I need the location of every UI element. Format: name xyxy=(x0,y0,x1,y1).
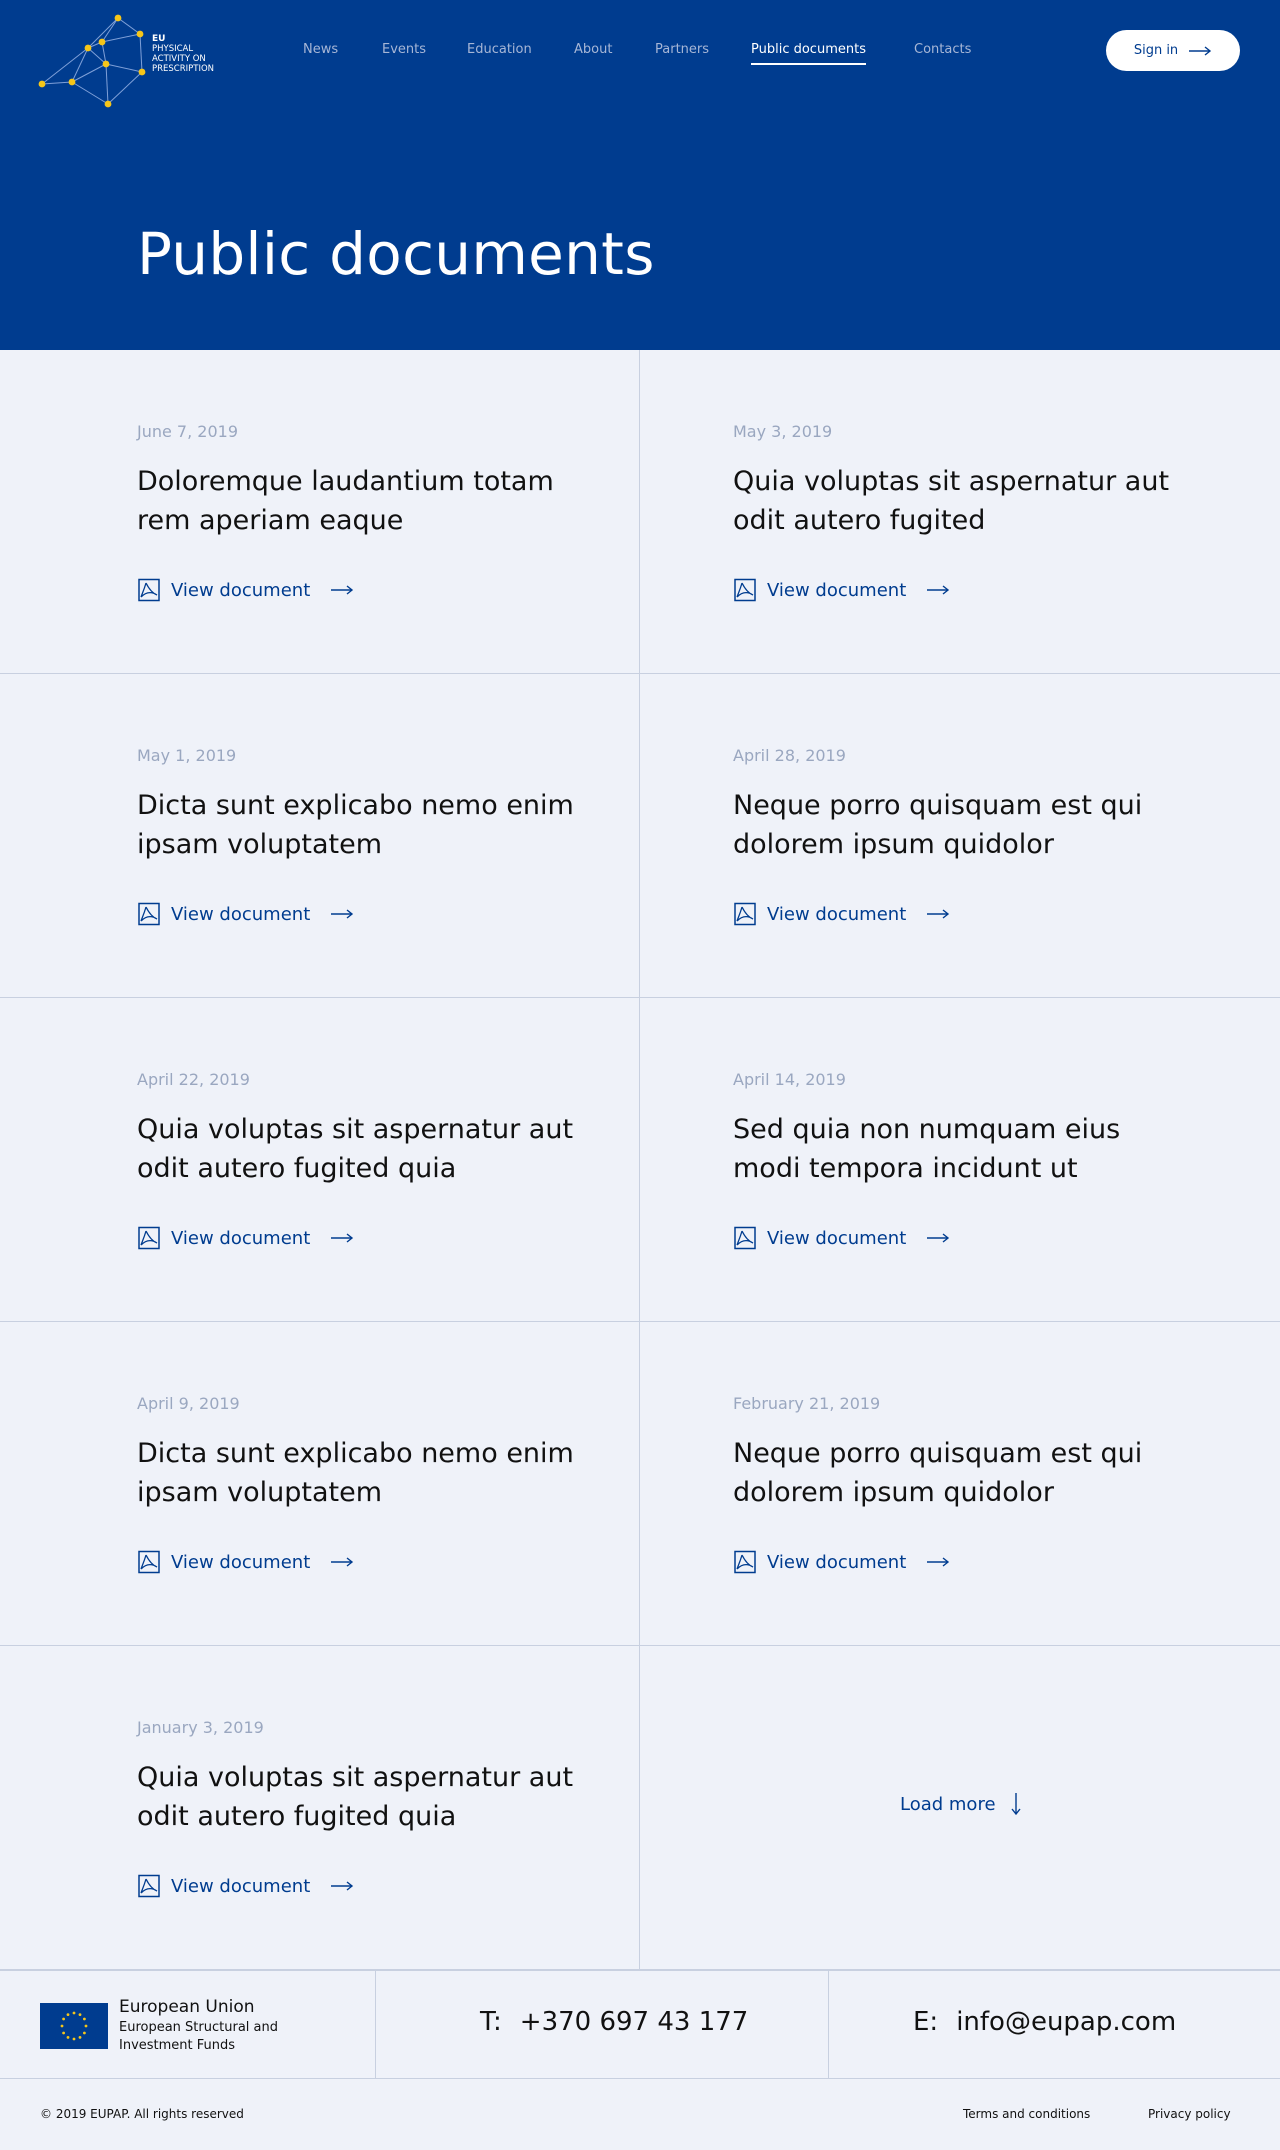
view-document-label: View document xyxy=(171,1227,311,1249)
document-card: April 14, 2019 Sed quia non numquam eius… xyxy=(640,998,1280,1322)
view-document-label: View document xyxy=(767,1227,907,1249)
document-title: Quia voluptas sit aspernatur aut odit au… xyxy=(137,1762,574,1832)
view-document-label: View document xyxy=(171,1875,311,1897)
document-title: Dicta sunt explicabo nemo enim ipsam vol… xyxy=(137,790,574,860)
document-card: April 28, 2019 Neque porro quisquam est … xyxy=(640,674,1280,998)
documents-grid: June 7, 2019 Doloremque laudantium totam… xyxy=(0,350,1280,1970)
pdf-icon xyxy=(138,1874,160,1898)
document-title: Quia voluptas sit aspernatur aut odit au… xyxy=(733,466,1170,536)
document-date: May 1, 2019 xyxy=(137,746,237,765)
view-document-label: View document xyxy=(171,903,311,925)
view-document-label: View document xyxy=(171,1551,311,1573)
view-document-label: View document xyxy=(767,579,907,601)
pdf-icon xyxy=(734,1550,756,1574)
pdf-icon xyxy=(138,1550,160,1574)
arrow-right-icon xyxy=(927,1233,950,1243)
main-nav: News Events Education About Partners Pub… xyxy=(0,42,1280,65)
eu-name: European Union xyxy=(119,1997,255,2017)
document-title: Sed quia non numquam eius modi tempora i… xyxy=(733,1114,1121,1184)
footer-phone-block: T: +370 697 43 177 xyxy=(376,1971,829,2079)
view-document-link[interactable]: View document xyxy=(733,1226,950,1250)
document-date: May 3, 2019 xyxy=(733,422,833,441)
document-title: Dicta sunt explicabo nemo enim ipsam vol… xyxy=(137,1438,574,1508)
sign-in-label: Sign in xyxy=(1133,43,1179,58)
arrow-right-icon xyxy=(331,585,354,595)
view-document-label: View document xyxy=(767,903,907,925)
arrow-right-icon xyxy=(331,1233,354,1243)
pdf-icon xyxy=(138,902,160,926)
footer-eu-block: European Union European Structural and I… xyxy=(0,1971,376,2079)
nav-item-events[interactable]: Events xyxy=(382,42,426,57)
document-card: January 3, 2019 Quia voluptas sit aspern… xyxy=(0,1646,640,1970)
nav-item-education[interactable]: Education xyxy=(467,42,532,57)
view-document-link[interactable]: View document xyxy=(137,1550,354,1574)
pdf-icon xyxy=(734,1226,756,1250)
copyright: © 2019 EUPAP. All rights reserved xyxy=(40,2107,244,2121)
arrow-right-icon xyxy=(331,1881,354,1891)
document-card: May 3, 2019 Quia voluptas sit aspernatur… xyxy=(640,350,1280,674)
arrow-right-icon xyxy=(331,1557,354,1567)
pdf-icon xyxy=(734,902,756,926)
view-document-link[interactable]: View document xyxy=(733,1550,950,1574)
footer-email-block: E: info@eupap.com xyxy=(829,1971,1280,2079)
document-date: April 14, 2019 xyxy=(733,1070,846,1089)
document-card: February 21, 2019 Neque porro quisquam e… xyxy=(640,1322,1280,1646)
document-title: Neque porro quisquam est qui dolorem ips… xyxy=(733,790,1143,860)
phone[interactable]: T: +370 697 43 177 xyxy=(480,2007,748,2037)
privacy-link[interactable]: Privacy policy xyxy=(1148,2107,1231,2121)
view-document-link[interactable]: View document xyxy=(137,902,354,926)
view-document-label: View document xyxy=(171,579,311,601)
view-document-link[interactable]: View document xyxy=(137,1226,354,1250)
nav-item-partners[interactable]: Partners xyxy=(655,42,709,57)
load-more-button[interactable]: Load more xyxy=(900,1792,1022,1816)
arrow-right-icon xyxy=(927,585,950,595)
arrow-right-icon xyxy=(1189,45,1212,56)
eu-funds-text: European Structural and Investment Funds xyxy=(119,2020,278,2053)
view-document-link[interactable]: View document xyxy=(733,578,950,602)
document-date: June 7, 2019 xyxy=(137,422,238,441)
document-date: January 3, 2019 xyxy=(137,1718,264,1737)
phone-number: +370 697 43 177 xyxy=(519,2007,749,2037)
nav-item-about[interactable]: About xyxy=(574,42,612,57)
phone-label: T: xyxy=(480,2007,502,2037)
footer: European Union European Structural and I… xyxy=(0,1970,1280,2150)
document-date: April 9, 2019 xyxy=(137,1394,240,1413)
arrow-right-icon xyxy=(331,909,354,919)
email-label: E: xyxy=(913,2007,939,2037)
document-date: February 21, 2019 xyxy=(733,1394,881,1413)
terms-link[interactable]: Terms and conditions xyxy=(963,2107,1090,2121)
load-more-label: Load more xyxy=(900,1793,996,1815)
nav-item-news[interactable]: News xyxy=(303,42,338,57)
eu-flag-icon xyxy=(40,2003,108,2049)
nav-item-contacts[interactable]: Contacts xyxy=(914,42,971,57)
document-card: April 9, 2019 Dicta sunt explicabo nemo … xyxy=(0,1322,640,1646)
view-document-link[interactable]: View document xyxy=(137,1874,354,1898)
document-title: Doloremque laudantium totam rem aperiam … xyxy=(137,466,554,536)
document-card: June 7, 2019 Doloremque laudantium totam… xyxy=(0,350,640,674)
document-title: Quia voluptas sit aspernatur aut odit au… xyxy=(137,1114,574,1184)
document-title: Neque porro quisquam est qui dolorem ips… xyxy=(733,1438,1143,1508)
document-date: April 22, 2019 xyxy=(137,1070,250,1089)
document-date: April 28, 2019 xyxy=(733,746,846,765)
nav-item-public-documents[interactable]: Public documents xyxy=(751,42,866,65)
arrow-right-icon xyxy=(927,909,950,919)
sign-in-button[interactable]: Sign in xyxy=(1106,30,1240,71)
pdf-icon xyxy=(734,578,756,602)
pdf-icon xyxy=(138,578,160,602)
view-document-link[interactable]: View document xyxy=(733,902,950,926)
logo-line: PRESCRIPTION xyxy=(152,64,215,74)
arrow-right-icon xyxy=(927,1557,950,1567)
view-document-label: View document xyxy=(767,1551,907,1573)
pdf-icon xyxy=(138,1226,160,1250)
email-address: info@eupap.com xyxy=(956,2007,1177,2037)
page-header: EU PHYSICAL ACTIVITY ON PRESCRIPTION New… xyxy=(0,0,1280,350)
document-card: April 22, 2019 Quia voluptas sit asperna… xyxy=(0,998,640,1322)
view-document-link[interactable]: View document xyxy=(137,578,354,602)
document-card: May 1, 2019 Dicta sunt explicabo nemo en… xyxy=(0,674,640,998)
page-title: Public documents xyxy=(137,220,655,288)
email[interactable]: E: info@eupap.com xyxy=(913,2007,1176,2037)
arrow-down-icon xyxy=(1010,1793,1021,1816)
